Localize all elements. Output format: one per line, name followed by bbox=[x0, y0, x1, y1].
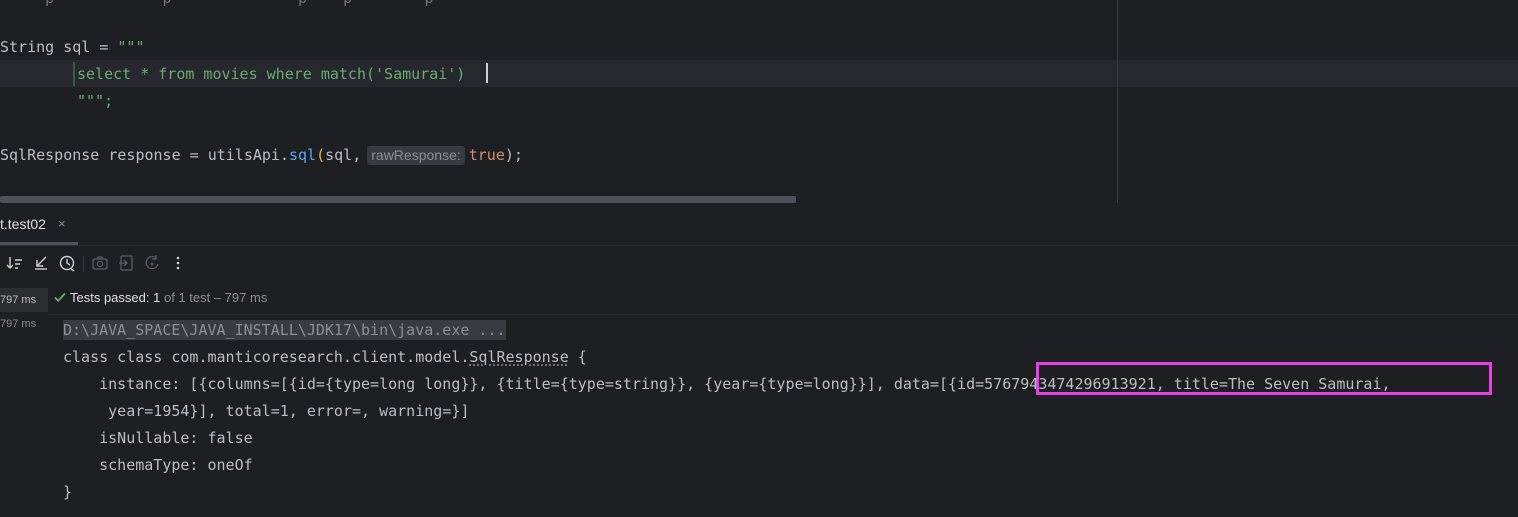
console-line-class: class class com.manticoresearch.client.m… bbox=[63, 345, 587, 369]
type-name: String bbox=[0, 38, 55, 56]
run-tab-bar: t.test02 × bbox=[0, 203, 1518, 246]
run-tab[interactable]: t.test02 × bbox=[0, 203, 78, 245]
test-tree-row[interactable]: 797 ms bbox=[0, 312, 48, 336]
rerun-icon[interactable] bbox=[142, 253, 162, 273]
more-icon[interactable] bbox=[168, 253, 188, 273]
statement-end: ); bbox=[504, 146, 523, 164]
text-block-open: """ bbox=[117, 38, 145, 56]
variable-name: sql bbox=[63, 38, 91, 56]
code-line-sql-declaration[interactable]: String sql = """ bbox=[0, 37, 145, 57]
test-tree-row[interactable]: 797 ms bbox=[0, 288, 48, 312]
run-tab-label: t.test02 bbox=[0, 216, 46, 232]
code-line-partial-top: p p p p p bbox=[0, 0, 433, 8]
code-line-text-block-close[interactable]: """; bbox=[77, 91, 113, 111]
sort-icon[interactable] bbox=[5, 253, 25, 273]
class-link[interactable]: SqlResponse bbox=[469, 348, 568, 366]
console-line-close: } bbox=[63, 483, 73, 501]
language-injection-marker bbox=[73, 62, 75, 86]
class-suffix: { bbox=[568, 348, 587, 366]
run-tool-window: t.test02 × 797 ms 797 ms Tests passed: 1… bbox=[0, 203, 1518, 517]
close-icon[interactable]: × bbox=[58, 216, 66, 231]
active-tab-indicator bbox=[0, 242, 78, 245]
java-command-folded[interactable]: D:\JAVA_SPACE\JAVA_INSTALL\JDK17\bin\jav… bbox=[63, 320, 506, 340]
console-line-schema: schemaType: oneOf bbox=[63, 456, 253, 474]
test-tree: 797 ms 797 ms bbox=[0, 281, 48, 517]
method-name: sql bbox=[289, 146, 317, 164]
code-line-sql-call[interactable]: SqlResponse response = utilsApi.sql(sql,… bbox=[0, 145, 523, 165]
camera-icon[interactable] bbox=[90, 253, 110, 273]
console-output[interactable]: D:\JAVA_SPACE\JAVA_INSTALL\JDK17\bin\jav… bbox=[48, 315, 1518, 517]
code-editor[interactable]: p p p p p String sql = """ select * from… bbox=[0, 0, 1518, 203]
console-line-nullable: isNullable: false bbox=[63, 429, 253, 447]
console-line-command: D:\JAVA_SPACE\JAVA_INSTALL\JDK17\bin\jav… bbox=[63, 318, 506, 342]
status-count: 1 bbox=[153, 290, 161, 305]
test-duration: 797 ms bbox=[0, 318, 37, 330]
check-icon bbox=[54, 292, 66, 302]
toolbar-separator bbox=[83, 256, 84, 272]
assign-operator: = bbox=[99, 38, 109, 56]
test-runner-toolbar bbox=[0, 246, 1518, 280]
code-line-sql-query[interactable]: select * from movies where match('Samura… bbox=[77, 64, 465, 84]
highlight-annotation-box bbox=[1036, 362, 1492, 395]
collapse-icon[interactable] bbox=[31, 253, 51, 273]
right-margin-guide bbox=[1117, 0, 1118, 203]
type-name: SqlResponse bbox=[0, 146, 100, 164]
class-prefix: class class com.manticoresearch.client.m… bbox=[63, 348, 470, 366]
test-duration: 797 ms bbox=[0, 294, 37, 306]
argument: sql, bbox=[325, 146, 362, 164]
variable-name: response bbox=[108, 146, 181, 164]
receiver-name: utilsApi bbox=[207, 146, 280, 164]
history-icon[interactable] bbox=[57, 253, 77, 273]
text-caret bbox=[486, 63, 488, 83]
console-line-instance-cont: year=1954}], total=1, error=, warning=}] bbox=[63, 402, 470, 420]
boolean-literal: true bbox=[468, 146, 505, 164]
status-detail: of 1 test – 797 ms bbox=[163, 290, 268, 305]
test-status-bar: Tests passed: 1 of 1 test – 797 ms bbox=[48, 281, 1518, 315]
import-icon[interactable] bbox=[116, 253, 136, 273]
horizontal-scrollbar[interactable] bbox=[0, 196, 796, 203]
parameter-hint: rawResponse: bbox=[367, 146, 465, 165]
test-status-text: Tests passed: 1 of 1 test – 797 ms bbox=[70, 290, 267, 305]
status-label: Tests passed: bbox=[70, 290, 150, 305]
instance-text: instance: [{columns=[{id={type=long long… bbox=[63, 375, 949, 393]
assign-operator: = bbox=[189, 146, 199, 164]
